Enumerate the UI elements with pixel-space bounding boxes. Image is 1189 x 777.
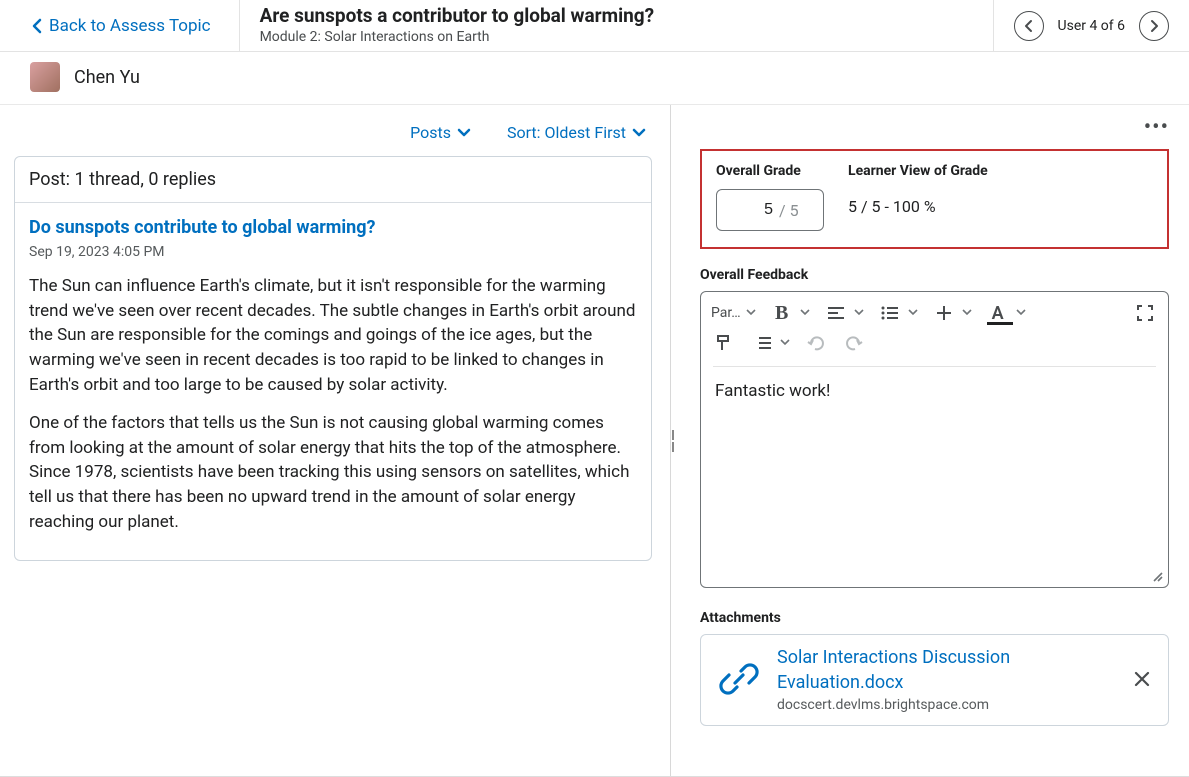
fullscreen-button[interactable]	[1132, 300, 1158, 326]
learner-view-label: Learner View of Grade	[848, 163, 988, 179]
title-block: Are sunspots a contributor to global war…	[240, 0, 993, 51]
chevron-down-icon[interactable]	[907, 309, 919, 317]
post-paragraph: The Sun can influence Earth's climate, b…	[29, 274, 637, 397]
posts-dropdown[interactable]: Posts	[410, 123, 471, 142]
attachment-title-link[interactable]: Solar Interactions Discussion Evaluation…	[777, 645, 1116, 695]
attachment-domain: docscert.devlms.brightspace.com	[777, 697, 1116, 713]
prev-user-button[interactable]	[1014, 11, 1044, 41]
paragraph-style-dropdown[interactable]: Par…	[711, 300, 741, 326]
feedback-textarea[interactable]: Fantastic work!	[701, 367, 1168, 587]
close-icon	[1134, 671, 1150, 687]
grade-block: Overall Grade / 5 Learner View of Grade …	[700, 149, 1169, 249]
chevron-down-icon	[632, 128, 646, 138]
chevron-left-icon	[32, 18, 43, 34]
back-link-label: Back to Assess Topic	[49, 16, 211, 36]
align-button[interactable]	[823, 300, 849, 326]
post-text: The Sun can influence Earth's climate, b…	[29, 274, 637, 534]
grade-max-label: / 5	[779, 201, 799, 220]
chevron-down-icon[interactable]	[1015, 309, 1027, 317]
chevron-left-icon	[1024, 19, 1034, 33]
back-to-assess-link[interactable]: Back to Assess Topic	[0, 0, 240, 51]
insert-button[interactable]	[931, 300, 957, 326]
list-button[interactable]	[877, 300, 903, 326]
line-spacing-icon	[752, 336, 772, 350]
chevron-right-icon	[1149, 19, 1159, 33]
link-icon	[715, 655, 763, 703]
left-pane: Posts Sort: Oldest First Post: 1 thread,…	[0, 105, 666, 776]
grade-input-wrap[interactable]: / 5	[716, 189, 824, 231]
editor-toolbar: Par… B	[701, 292, 1168, 330]
drag-handle-icon	[672, 430, 674, 452]
redo-icon	[845, 335, 863, 351]
format-painter-button[interactable]	[711, 330, 737, 356]
redo-button[interactable]	[841, 330, 867, 356]
chevron-down-icon[interactable]	[853, 309, 865, 317]
undo-button[interactable]	[803, 330, 829, 356]
more-actions-button[interactable]: •••	[1144, 117, 1169, 139]
user-navigator: User 4 of 6	[993, 0, 1189, 51]
learner-grade-value: 5 / 5 - 100 %	[848, 189, 988, 216]
sort-dropdown[interactable]: Sort: Oldest First	[507, 123, 646, 142]
bullet-list-icon	[881, 306, 899, 320]
student-row: Chen Yu	[0, 52, 1189, 105]
sort-label: Sort: Oldest First	[507, 123, 626, 142]
grade-input[interactable]	[727, 201, 773, 219]
chevron-down-icon[interactable]	[779, 339, 791, 347]
chevron-down-icon	[457, 128, 471, 138]
bold-button[interactable]: B	[769, 300, 795, 326]
posts-label: Posts	[410, 123, 451, 142]
overall-feedback-label: Overall Feedback	[700, 267, 1169, 283]
chevron-down-icon[interactable]	[799, 309, 811, 317]
post-card: Post: 1 thread, 0 replies Do sunspots co…	[14, 156, 652, 561]
student-name: Chen Yu	[74, 67, 140, 88]
next-user-button[interactable]	[1139, 11, 1169, 41]
undo-icon	[807, 335, 825, 351]
right-pane: ••• Overall Grade / 5 Learner View of Gr…	[680, 105, 1189, 776]
expand-icon	[1136, 304, 1154, 322]
overall-grade-label: Overall Grade	[716, 163, 824, 179]
chevron-down-icon[interactable]	[745, 309, 757, 317]
page-subtitle: Module 2: Solar Interactions on Earth	[260, 29, 973, 45]
pane-splitter[interactable]	[666, 105, 680, 776]
post-timestamp: Sep 19, 2023 4:05 PM	[29, 244, 637, 260]
font-format-button[interactable]: A	[985, 300, 1011, 326]
page-title: Are sunspots a contributor to global war…	[260, 4, 973, 27]
attachments-label: Attachments	[700, 610, 1169, 626]
page-header: Back to Assess Topic Are sunspots a cont…	[0, 0, 1189, 52]
post-title-link[interactable]: Do sunspots contribute to global warming…	[29, 217, 637, 238]
format-painter-icon	[715, 334, 733, 352]
user-count-label: User 4 of 6	[1058, 18, 1125, 34]
remove-attachment-button[interactable]	[1130, 667, 1154, 691]
chevron-down-icon[interactable]	[961, 309, 973, 317]
post-paragraph: One of the factors that tells us the Sun…	[29, 411, 637, 534]
post-summary: Post: 1 thread, 0 replies	[15, 157, 651, 203]
feedback-editor: Par… B	[700, 291, 1169, 588]
attachment-card: Solar Interactions Discussion Evaluation…	[700, 634, 1169, 726]
plus-icon	[936, 305, 952, 321]
line-spacing-button[interactable]	[749, 330, 775, 356]
avatar	[30, 62, 60, 92]
resize-grip-icon	[1150, 569, 1164, 583]
align-left-icon	[827, 306, 845, 320]
resize-handle[interactable]	[1150, 569, 1164, 583]
